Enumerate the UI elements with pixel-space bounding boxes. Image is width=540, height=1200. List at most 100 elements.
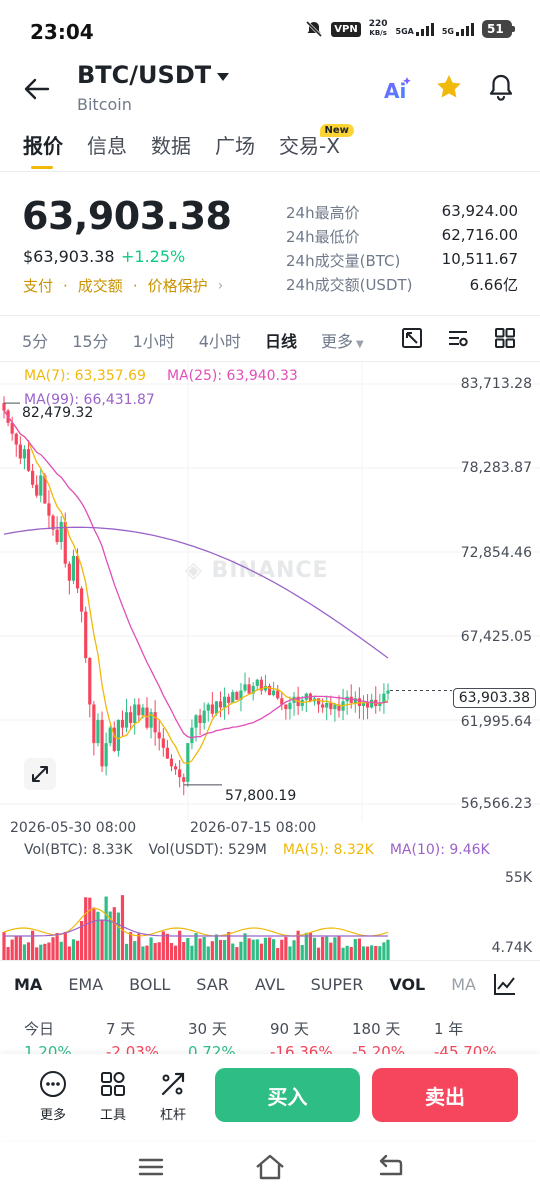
interval-more[interactable]: 更多 ▼ — [321, 328, 364, 352]
back-arrow-icon[interactable] — [22, 74, 52, 104]
volume-bar — [75, 940, 80, 960]
stat-high-label: 24h最高价 — [286, 204, 360, 222]
volume-bar — [365, 946, 370, 960]
candle — [284, 704, 288, 720]
draw-tool-icon[interactable] — [401, 327, 423, 349]
candlestick-chart[interactable] — [0, 362, 540, 822]
volume-chart[interactable] — [0, 860, 540, 960]
layout-grid-icon[interactable] — [494, 327, 516, 349]
volume-bar — [116, 912, 120, 960]
current-price-marker[interactable]: 63,903.38 — [452, 688, 536, 708]
buy-button[interactable]: 买入 — [215, 1068, 360, 1122]
indicator-sar[interactable]: SAR — [196, 975, 229, 994]
pair-title[interactable]: BTC/USDT — [77, 61, 211, 89]
y-tick: 72,854.46 — [460, 545, 532, 561]
candle — [2, 396, 6, 419]
volume-bar — [22, 944, 27, 960]
expand-fullscreen-icon[interactable] — [24, 758, 56, 790]
interval-1d[interactable]: 日线 — [265, 328, 297, 352]
volume-bar — [206, 946, 210, 960]
tag-price-protection[interactable]: 价格保护 — [148, 275, 208, 296]
interval-5m[interactable]: 5分 — [22, 328, 48, 352]
volume-bar — [124, 943, 129, 960]
volume-bar — [71, 939, 76, 960]
tab-trade-x[interactable]: 交易-X New — [279, 124, 354, 169]
volume-bar — [173, 945, 178, 960]
indicator-vol[interactable]: VOL — [389, 975, 425, 994]
candle — [80, 586, 84, 623]
volume-bar — [329, 942, 333, 960]
menu-nav-icon[interactable] — [134, 1152, 168, 1182]
candle — [259, 676, 263, 695]
indicator-chart-icon[interactable] — [493, 972, 517, 996]
volume-bar — [382, 942, 386, 960]
volume-bar — [194, 933, 198, 960]
caret-down-icon: ▼ — [355, 339, 364, 350]
pair-dropdown-icon[interactable] — [216, 72, 230, 82]
favorite-star-icon[interactable] — [434, 72, 464, 104]
top-tabs: 报价 信息 数据 广场 交易-X New — [23, 124, 354, 169]
candle — [198, 708, 202, 736]
volume-bar — [39, 944, 43, 960]
indicator-avl[interactable]: AVL — [255, 975, 285, 994]
low-marker: 57,800.19 — [225, 788, 297, 804]
more-button[interactable]: 更多 — [33, 1070, 73, 1123]
volume-bar — [222, 940, 227, 960]
volume-bar — [55, 933, 59, 960]
interval-1h[interactable]: 1小时 — [133, 328, 175, 352]
indicator-settings-icon[interactable] — [447, 327, 469, 349]
chevron-right-icon[interactable]: › — [218, 278, 224, 294]
candle — [182, 773, 186, 796]
candle — [137, 698, 141, 722]
interval-15m[interactable]: 15分 — [72, 328, 108, 352]
tab-data[interactable]: 数据 — [151, 130, 191, 169]
volume-bar — [157, 942, 161, 960]
leverage-button[interactable]: 杠杆 — [153, 1070, 193, 1123]
candle — [120, 710, 125, 737]
tab-square[interactable]: 广场 — [215, 130, 255, 169]
stat-turnover-label: 24h成交额(USDT) — [286, 276, 413, 294]
volume-bar — [120, 895, 125, 960]
vol-usdt-label: Vol(USDT): 529M — [148, 842, 267, 858]
volume-bar — [6, 947, 10, 960]
indicator-macd[interactable]: MA — [451, 975, 476, 994]
tag-turnover[interactable]: 成交额 — [78, 275, 123, 296]
candle — [178, 759, 182, 788]
tab-info[interactable]: 信息 — [87, 130, 127, 169]
volume-bar — [239, 941, 243, 960]
price-divider — [0, 315, 540, 316]
indicator-ma[interactable]: MA — [14, 975, 42, 994]
interval-4h[interactable]: 4小时 — [199, 328, 241, 352]
volume-bar — [276, 947, 280, 960]
volume-bar — [67, 946, 71, 960]
tools-button[interactable]: 工具 — [93, 1070, 133, 1123]
indicator-super[interactable]: SUPER — [311, 975, 364, 994]
indicator-boll[interactable]: BOLL — [129, 975, 170, 994]
volume-bar — [63, 931, 67, 960]
candle — [18, 436, 22, 465]
volume-bar — [263, 937, 268, 960]
candle — [365, 694, 370, 720]
indicator-bar: MA EMA BOLL SAR AVL SUPER VOL MA — [14, 975, 476, 994]
candle — [92, 701, 96, 756]
candle — [71, 549, 76, 584]
home-nav-icon[interactable] — [253, 1152, 287, 1182]
notification-bell-icon[interactable] — [486, 72, 516, 104]
indicator-ema[interactable]: EMA — [68, 975, 103, 994]
volume-bar — [88, 897, 92, 960]
candle — [280, 691, 284, 711]
candle — [370, 693, 374, 709]
ai-icon[interactable]: Ai — [383, 72, 413, 104]
volume-bar — [349, 946, 353, 960]
volume-bar — [325, 936, 329, 960]
sell-button[interactable]: 卖出 — [372, 1068, 518, 1122]
tab-quote[interactable]: 报价 — [23, 130, 63, 169]
candle — [267, 683, 272, 696]
volume-bar — [357, 938, 362, 960]
price-usd: $63,903.38 — [23, 247, 115, 266]
vpn-badge: VPN — [331, 21, 361, 37]
volume-bar — [370, 945, 374, 960]
tag-payment[interactable]: 支付 — [23, 275, 53, 296]
back-nav-icon[interactable] — [373, 1152, 407, 1182]
candle — [51, 514, 55, 536]
